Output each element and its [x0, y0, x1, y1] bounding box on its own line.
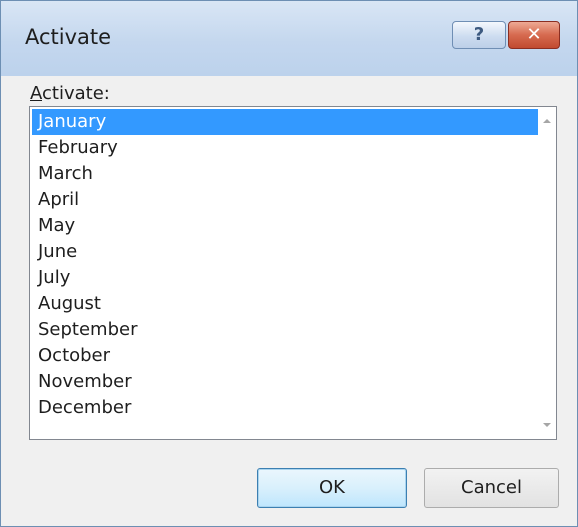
list-item-november[interactable]: November — [32, 369, 538, 395]
activate-label: Activate: — [30, 83, 110, 104]
title-bar[interactable]: Activate ? ✕ — [1, 1, 577, 76]
list-item-december[interactable]: December — [32, 395, 538, 421]
scroll-up-arrow-icon[interactable] — [543, 119, 551, 123]
list-item-february[interactable]: February — [32, 135, 538, 161]
sheet-listbox[interactable]: January February March April May June Ju… — [29, 106, 557, 440]
list-item-march[interactable]: March — [32, 161, 538, 187]
sheet-list: January February March April May June Ju… — [32, 109, 538, 421]
cancel-button[interactable]: Cancel — [424, 468, 559, 508]
list-item-august[interactable]: August — [32, 291, 538, 317]
label-text: ctivate: — [42, 83, 110, 104]
list-item-june[interactable]: June — [32, 239, 538, 265]
list-item-october[interactable]: October — [32, 343, 538, 369]
help-icon: ? — [473, 24, 485, 45]
window-title: Activate — [25, 25, 112, 49]
activate-dialog: Activate ? ✕ Activate: January February … — [0, 0, 578, 527]
vertical-scrollbar[interactable] — [538, 107, 556, 439]
list-item-january[interactable]: January — [32, 109, 538, 135]
close-icon: ✕ — [526, 24, 542, 45]
list-item-april[interactable]: April — [32, 187, 538, 213]
list-item-september[interactable]: September — [32, 317, 538, 343]
dialog-body: Activate: January February March April M… — [11, 76, 567, 516]
scroll-down-arrow-icon[interactable] — [543, 423, 551, 427]
help-button[interactable]: ? — [452, 21, 506, 49]
list-item-may[interactable]: May — [32, 213, 538, 239]
ok-button[interactable]: OK — [257, 468, 407, 508]
close-button[interactable]: ✕ — [508, 21, 560, 49]
label-accelerator: A — [30, 83, 42, 104]
list-item-july[interactable]: July — [32, 265, 538, 291]
